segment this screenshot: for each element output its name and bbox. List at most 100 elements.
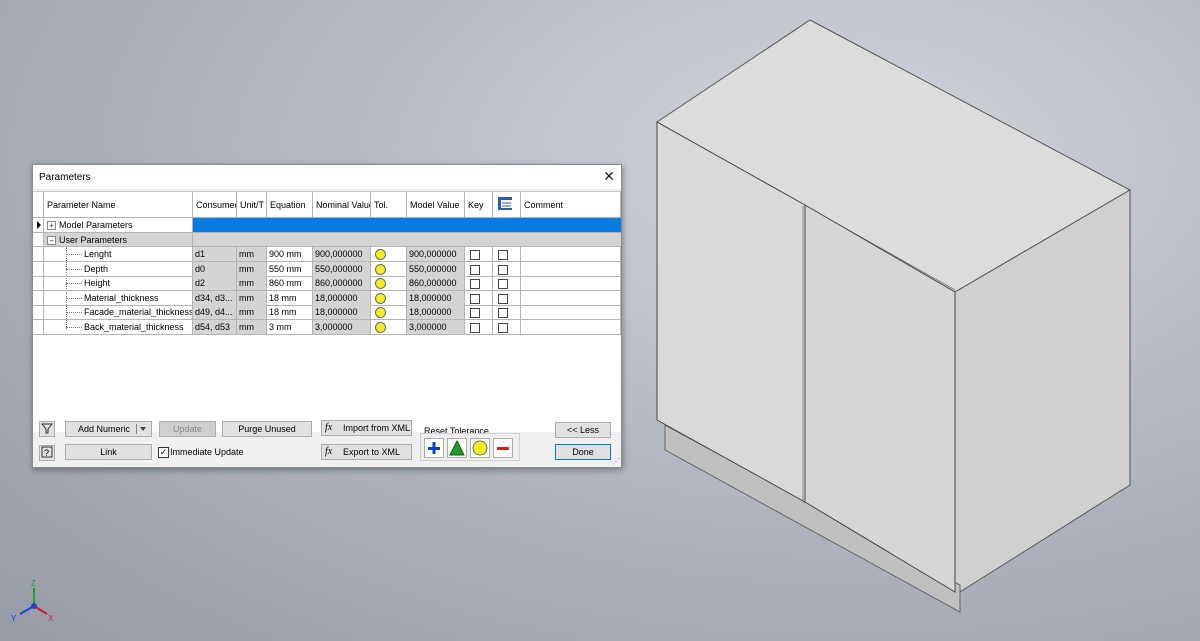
add-numeric-button[interactable]: Add Numeric bbox=[65, 421, 152, 437]
tolerance-nominal-button[interactable] bbox=[470, 438, 490, 458]
export-checkbox[interactable] bbox=[498, 264, 508, 275]
fx-export-icon: fx bbox=[325, 446, 333, 457]
col-tolerance[interactable]: Tol. bbox=[371, 192, 407, 218]
tolerance-circle-icon[interactable] bbox=[375, 322, 386, 333]
key-checkbox[interactable] bbox=[470, 293, 480, 304]
param-name: Height bbox=[84, 278, 111, 289]
param-key-cell[interactable] bbox=[465, 247, 493, 262]
param-key-cell[interactable] bbox=[465, 305, 493, 321]
collapse-icon[interactable]: − bbox=[47, 236, 56, 245]
tolerance-circle-icon[interactable] bbox=[375, 307, 386, 319]
export-checkbox[interactable] bbox=[498, 308, 508, 319]
param-tolerance-cell[interactable] bbox=[371, 261, 407, 277]
table-row[interactable]: Lenght d1 mm 900 mm 900,000000 900,000000 bbox=[33, 247, 621, 262]
table-row[interactable]: Facade_material_thickness d49, d4... mm 18 … bbox=[33, 305, 621, 321]
param-export-cell[interactable] bbox=[493, 247, 521, 262]
export-checkbox[interactable] bbox=[498, 250, 508, 260]
param-key-cell[interactable] bbox=[465, 320, 493, 335]
param-comment-cell[interactable] bbox=[521, 305, 621, 321]
purge-unused-button[interactable]: Purge Unused bbox=[222, 421, 312, 437]
col-model-value[interactable]: Model Value bbox=[407, 192, 465, 218]
tolerance-lower-button[interactable] bbox=[493, 438, 513, 458]
tolerance-circle-icon[interactable] bbox=[375, 292, 386, 304]
key-checkbox[interactable] bbox=[470, 264, 480, 275]
param-export-cell[interactable] bbox=[493, 276, 521, 292]
tolerance-median-button[interactable] bbox=[447, 438, 467, 458]
param-equation-cell[interactable]: 18 mm bbox=[267, 290, 313, 306]
export-checkbox[interactable] bbox=[498, 279, 508, 290]
key-checkbox[interactable] bbox=[470, 308, 480, 319]
update-button[interactable]: Update bbox=[159, 421, 216, 437]
link-button[interactable]: Link bbox=[65, 444, 152, 460]
col-export-icon[interactable] bbox=[493, 192, 521, 218]
table-row[interactable]: Back_material_thickness d54, d53 mm 3 mm 3,0… bbox=[33, 320, 621, 335]
param-key-cell[interactable] bbox=[465, 261, 493, 277]
filter-button[interactable] bbox=[39, 421, 55, 437]
table-row[interactable]: Height d2 mm 860 mm 860,000000 860,000000 bbox=[33, 276, 621, 292]
key-checkbox[interactable] bbox=[470, 250, 480, 260]
row-selector[interactable] bbox=[33, 218, 44, 233]
group-row-model-parameters[interactable]: + Model Parameters bbox=[33, 218, 621, 233]
param-comment-cell[interactable] bbox=[521, 320, 621, 335]
dialog-titlebar[interactable]: Parameters ✕ bbox=[33, 165, 621, 189]
table-row[interactable]: Depth d0 mm 550 mm 550,000000 550,000000 bbox=[33, 261, 621, 277]
row-selector[interactable] bbox=[33, 276, 44, 292]
param-equation-cell[interactable]: 860 mm bbox=[267, 276, 313, 292]
row-selector[interactable] bbox=[33, 305, 44, 321]
param-name: Back_material_thickness bbox=[84, 322, 184, 332]
param-equation-cell[interactable]: 550 mm bbox=[267, 261, 313, 277]
axis-x-label: X bbox=[48, 614, 54, 623]
param-key-cell[interactable] bbox=[465, 276, 493, 292]
param-tolerance-cell[interactable] bbox=[371, 290, 407, 306]
col-comment[interactable]: Comment bbox=[521, 192, 621, 218]
col-key[interactable]: Key bbox=[465, 192, 493, 218]
table-row[interactable]: Material_thickness d34, d3... mm 18 mm 18,00… bbox=[33, 290, 621, 306]
row-selector[interactable] bbox=[33, 261, 44, 277]
group-row-user-parameters[interactable]: − User Parameters bbox=[33, 233, 621, 247]
tolerance-circle-icon[interactable] bbox=[375, 278, 386, 290]
key-checkbox[interactable] bbox=[470, 323, 480, 333]
axis-triad-icon[interactable]: Z X Y bbox=[11, 579, 54, 623]
param-comment-cell[interactable] bbox=[521, 247, 621, 262]
param-comment-cell[interactable] bbox=[521, 290, 621, 306]
export-checkbox[interactable] bbox=[498, 323, 508, 333]
row-selector[interactable] bbox=[33, 320, 44, 335]
param-tolerance-cell[interactable] bbox=[371, 320, 407, 335]
tolerance-upper-button[interactable] bbox=[424, 438, 444, 458]
col-consumed[interactable]: Consumed bbox=[193, 192, 237, 218]
done-button[interactable]: Done bbox=[555, 444, 611, 460]
param-export-cell[interactable] bbox=[493, 320, 521, 335]
chevron-down-icon[interactable] bbox=[140, 427, 146, 431]
expand-icon[interactable]: + bbox=[47, 221, 56, 230]
export-xml-button[interactable]: fx Export to XML bbox=[321, 444, 412, 460]
param-tolerance-cell[interactable] bbox=[371, 247, 407, 262]
col-nominal-value[interactable]: Nominal Value bbox=[313, 192, 371, 218]
col-parameter-name[interactable]: Parameter Name bbox=[44, 192, 193, 218]
export-checkbox[interactable] bbox=[498, 293, 508, 304]
help-button[interactable]: ? bbox=[39, 445, 55, 461]
tolerance-circle-icon[interactable] bbox=[375, 263, 386, 275]
param-export-cell[interactable] bbox=[493, 261, 521, 277]
col-equation[interactable]: Equation bbox=[267, 192, 313, 218]
close-icon[interactable]: ✕ bbox=[601, 168, 617, 184]
tolerance-circle-icon[interactable] bbox=[375, 249, 386, 260]
param-export-cell[interactable] bbox=[493, 305, 521, 321]
param-equation-cell[interactable]: 18 mm bbox=[267, 305, 313, 321]
param-equation-cell[interactable]: 3 mm bbox=[267, 320, 313, 335]
param-comment-cell[interactable] bbox=[521, 276, 621, 292]
param-comment-cell[interactable] bbox=[521, 261, 621, 277]
less-button[interactable]: << Less bbox=[555, 422, 611, 438]
row-selector[interactable] bbox=[33, 290, 44, 306]
param-equation-cell[interactable]: 900 mm bbox=[267, 247, 313, 262]
row-selector[interactable] bbox=[33, 247, 44, 262]
import-xml-button[interactable]: fx Import from XML bbox=[321, 420, 412, 436]
resize-grip-icon[interactable]: ⋰ bbox=[612, 457, 620, 466]
col-unit[interactable]: Unit/T bbox=[237, 192, 267, 218]
param-export-cell[interactable] bbox=[493, 290, 521, 306]
immediate-update-checkbox[interactable]: ✓ bbox=[158, 447, 169, 458]
export-parameter-icon bbox=[498, 197, 512, 210]
param-tolerance-cell[interactable] bbox=[371, 276, 407, 292]
param-key-cell[interactable] bbox=[465, 290, 493, 306]
key-checkbox[interactable] bbox=[470, 279, 480, 290]
param-tolerance-cell[interactable] bbox=[371, 305, 407, 321]
